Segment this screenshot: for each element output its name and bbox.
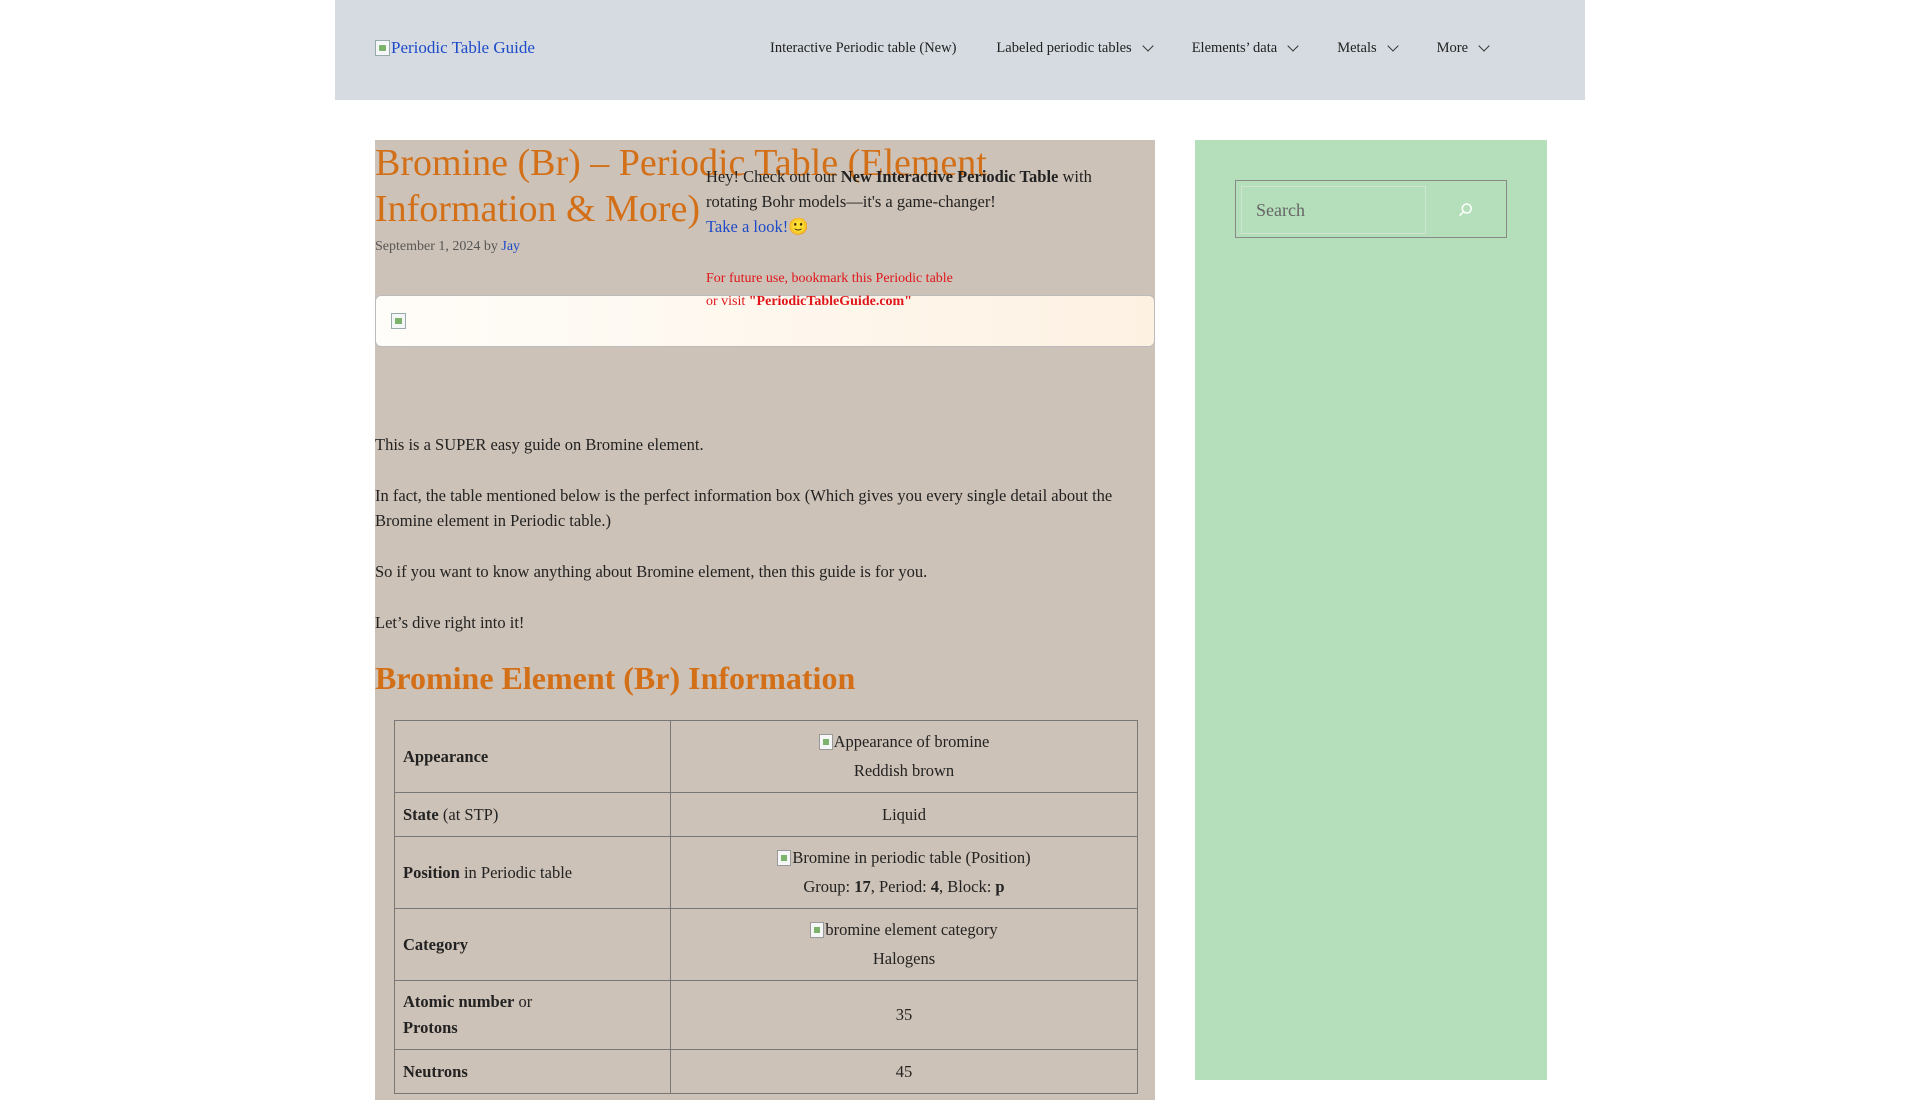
category-value: Halogens	[872, 949, 936, 968]
category-key: Category	[403, 934, 469, 954]
nav-item-label: Elements’ data	[1191, 40, 1278, 56]
table-row: Atomic number or Protons 35	[394, 980, 1138, 1050]
table-row: Position in Periodic table Bromine in pe…	[394, 836, 1138, 909]
bookmark-text-prefix: or visit	[706, 294, 749, 309]
table-value-cell: Liquid	[670, 792, 1138, 837]
appearance-image: Appearance of bromine	[818, 729, 990, 755]
search-input[interactable]	[1241, 186, 1426, 234]
post-by: by	[483, 239, 498, 254]
table-row: State (at STP) Liquid	[394, 792, 1138, 837]
promo-text: Hey! Check out our	[706, 167, 841, 186]
category-image: bromine element category	[810, 917, 998, 943]
nav-item-elements-data[interactable]: Elements’ data	[1191, 40, 1299, 57]
nav-item-more[interactable]: More	[1436, 40, 1490, 57]
main-nav: Interactive Periodic table (New) Labeled…	[770, 40, 1528, 57]
intro-paragraph: This is a SUPER easy guide on Bromine el…	[375, 435, 704, 454]
image-alt-text: Appearance of bromine	[833, 732, 990, 751]
promo-notice: Hey! Check out our New Interactive Perio…	[706, 164, 1126, 239]
take-a-look-link[interactable]: Take a look!	[706, 217, 788, 236]
promo-bold-text: New Interactive Periodic Table	[840, 167, 1059, 186]
site-logo-link[interactable]: Periodic Table Guide	[375, 38, 535, 58]
bookmark-text: For future use, bookmark this Periodic t…	[706, 271, 953, 286]
search-button[interactable]	[1431, 186, 1501, 234]
broken-image-icon	[818, 734, 833, 750]
protons-key: Protons	[403, 1018, 458, 1037]
chevron-down-icon	[1287, 40, 1299, 52]
article: Bromine (Br) – Periodic Table (Element I…	[375, 140, 1155, 1100]
nav-item-interactive-periodic-table[interactable]: Interactive Periodic table (New)	[770, 40, 956, 57]
author-link[interactable]: Jay	[501, 239, 520, 254]
nav-item-labeled-periodic-tables[interactable]: Labeled periodic tables	[996, 40, 1154, 57]
broken-image-icon	[391, 313, 406, 329]
nav-item-metals[interactable]: Metals	[1337, 40, 1399, 57]
table-value-cell: Appearance of bromine Reddish brown	[670, 720, 1138, 793]
table-key-cell: Category	[394, 908, 671, 981]
table-value-cell: Bromine in periodic table (Position) Gro…	[670, 836, 1138, 909]
table-key-cell: Appearance	[394, 720, 671, 793]
chevron-down-icon	[1142, 40, 1154, 52]
chevron-down-icon	[1478, 40, 1490, 52]
table-value-cell: 35	[670, 980, 1138, 1050]
post-meta: September 1, 2024 by Jay	[375, 239, 520, 255]
table-key-cell: State (at STP)	[394, 792, 671, 837]
appearance-key: Appearance	[403, 746, 489, 766]
table-value-cell: 45	[670, 1049, 1138, 1094]
broken-image-icon	[375, 40, 390, 56]
table-key-cell: Neutrons	[394, 1049, 671, 1094]
block-label: , Block:	[939, 877, 996, 896]
table-row: Category bromine element category Haloge…	[394, 908, 1138, 981]
logo-alt-text: Periodic Table Guide	[391, 38, 535, 57]
site-header: Periodic Table Guide Interactive Periodi…	[335, 0, 1585, 100]
table-row: Appearance Appearance of bromine Reddish…	[394, 720, 1138, 793]
neutrons-key: Neutrons	[403, 1061, 468, 1081]
table-value-cell: bromine element category Halogens	[670, 908, 1138, 981]
position-key: Position	[403, 862, 460, 882]
sidebar	[1195, 140, 1547, 1080]
section-heading: Bromine Element (Br) Information	[375, 660, 856, 696]
nav-item-label: More	[1436, 40, 1469, 56]
intro-paragraph: Let’s dive right into it!	[375, 613, 525, 632]
group-label: Group:	[803, 877, 855, 896]
post-date: September 1, 2024	[375, 239, 481, 254]
table-row: Neutrons 45	[394, 1049, 1138, 1094]
atomic-number-key: Atomic number	[403, 992, 515, 1011]
image-alt-text: Bromine in periodic table (Position)	[792, 848, 1031, 867]
chevron-down-icon	[1386, 40, 1399, 52]
state-key: State	[403, 804, 439, 824]
broken-image-icon	[810, 922, 825, 938]
smile-emoji-icon: 🙂	[788, 217, 809, 236]
block-value: p	[995, 877, 1005, 896]
broken-image-icon	[777, 850, 792, 866]
search-icon	[1459, 203, 1472, 216]
neutrons-value: 45	[895, 1061, 913, 1081]
atomic-or-text: or	[514, 992, 533, 1011]
table-key-cell: Atomic number or Protons	[394, 980, 671, 1050]
position-image: Bromine in periodic table (Position)	[777, 845, 1031, 871]
intro-paragraph: In fact, the table mentioned below is th…	[375, 486, 1113, 530]
image-alt-text: bromine element category	[825, 920, 998, 939]
atomic-number-value: 35	[895, 1005, 913, 1024]
group-value: 17	[854, 877, 871, 896]
state-key-suffix: (at STP)	[438, 804, 499, 824]
element-info-table: Appearance Appearance of bromine Reddish…	[394, 720, 1138, 1094]
nav-item-label: Interactive Periodic table (New)	[770, 40, 957, 56]
nav-item-label: Metals	[1337, 40, 1377, 56]
intro-paragraph: So if you want to know anything about Br…	[375, 562, 928, 581]
period-label: , Period:	[870, 877, 931, 896]
nav-item-label: Labeled periodic tables	[996, 40, 1132, 56]
appearance-value: Reddish brown	[853, 761, 955, 780]
bookmark-site-link[interactable]: "PeriodicTableGuide.com"	[749, 294, 912, 309]
state-value: Liquid	[882, 804, 926, 824]
search-form	[1235, 180, 1507, 238]
position-key-suffix: in Periodic table	[459, 862, 573, 882]
bookmark-notice: For future use, bookmark this Periodic t…	[706, 267, 1006, 313]
period-value: 4	[930, 877, 940, 896]
table-key-cell: Position in Periodic table	[394, 836, 671, 909]
